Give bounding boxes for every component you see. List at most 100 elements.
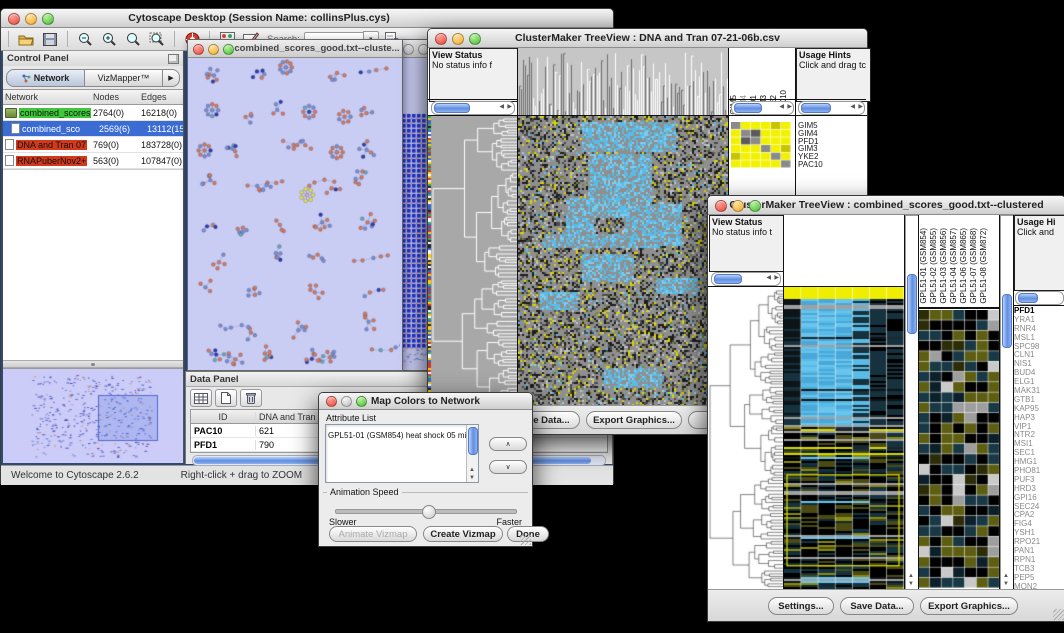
- move-down-button[interactable]: ∨: [489, 460, 527, 474]
- treeview2-titlebar[interactable]: ClusterMaker TreeView : combined_scores_…: [708, 196, 1064, 215]
- main-titlebar[interactable]: Cytoscape Desktop (Session Name: collins…: [1, 9, 613, 28]
- row-dendrogram-canvas[interactable]: [708, 287, 784, 590]
- network-window-1-titlebar[interactable]: combined_scores_good.txt--cluste...: [188, 40, 402, 58]
- view-status-panel: View Status No status info f: [429, 48, 521, 102]
- save-data-button[interactable]: Save Data...: [840, 597, 914, 615]
- delete-attribute-button[interactable]: [240, 389, 262, 407]
- zoom-heatmap-canvas[interactable]: [918, 310, 1000, 588]
- dendrogram-hscrollbar[interactable]: ◀ ▶: [711, 272, 781, 286]
- network-view-canvas[interactable]: [188, 58, 400, 369]
- row-dendrogram-canvas[interactable]: [428, 116, 518, 407]
- tab-vizmapper[interactable]: VizMapper™: [85, 69, 163, 87]
- close-button[interactable]: [403, 44, 414, 55]
- control-panel-title: Control Panel: [7, 53, 69, 64]
- close-button[interactable]: [8, 13, 20, 25]
- table-row[interactable]: RNAPuberNov2+ 563(0) 107847(0): [3, 153, 183, 169]
- resize-grip[interactable]: [1053, 609, 1064, 620]
- zoom-button[interactable]: [749, 200, 761, 212]
- zoom-selected-icon[interactable]: [123, 30, 143, 48]
- scrollbar-thumb[interactable]: [468, 427, 478, 455]
- minimize-button[interactable]: [452, 33, 464, 45]
- minimize-button[interactable]: [25, 13, 37, 25]
- column-dendrogram-canvas[interactable]: [518, 48, 728, 116]
- scroll-down-arrow[interactable]: ▼: [1003, 581, 1009, 587]
- zoom-fit-icon[interactable]: [147, 30, 167, 48]
- minimize-button[interactable]: [341, 396, 352, 407]
- global-heatmap-canvas[interactable]: [518, 116, 728, 407]
- settings-button[interactable]: Settings...: [768, 597, 834, 615]
- list-vscrollbar[interactable]: ▲ ▼: [466, 425, 478, 482]
- nodes-count: 2569(6): [97, 124, 145, 134]
- table-row-selected[interactable]: combined_sco 2569(6) 13112(15): [3, 121, 183, 137]
- scroll-right-arrow[interactable]: ▶: [507, 103, 512, 112]
- create-vizmap-button[interactable]: Create Vizmap: [423, 526, 503, 542]
- zoomview-hscrollbar[interactable]: ◀ ▶: [731, 101, 794, 115]
- scroll-up-arrow[interactable]: ▲: [469, 467, 475, 473]
- open-folder-button[interactable]: [16, 30, 36, 48]
- float-panel-icon[interactable]: [168, 54, 179, 64]
- zoom-heatmap-canvas[interactable]: [731, 122, 791, 168]
- scrollbar-thumb[interactable]: [801, 103, 831, 113]
- table-row[interactable]: combined_scores_ 2764(0) 16218(0): [3, 105, 183, 121]
- zoomview-vscrollbar[interactable]: ▲ ▼: [1000, 215, 1014, 590]
- animation-speed-slider[interactable]: [335, 509, 517, 514]
- genelist-hscrollbar[interactable]: [1015, 291, 1064, 305]
- scroll-left-arrow[interactable]: ◀: [766, 274, 771, 283]
- export-graphics-button[interactable]: Export Graphics...: [920, 597, 1018, 615]
- birdseye-view[interactable]: [3, 368, 183, 463]
- scroll-down-arrow[interactable]: ▼: [469, 475, 475, 481]
- move-up-button[interactable]: ∧: [489, 437, 527, 451]
- col-id[interactable]: ID: [191, 412, 256, 422]
- scroll-right-arrow[interactable]: ▶: [774, 274, 779, 283]
- scroll-down-arrow[interactable]: ▼: [908, 581, 914, 587]
- usage-hints-text: Click and: [1017, 227, 1054, 237]
- scroll-left-arrow[interactable]: ◀: [779, 103, 784, 112]
- col-edges[interactable]: Edges: [139, 92, 183, 102]
- genelist-hscrollbar[interactable]: ◀ ▶: [798, 101, 865, 115]
- scrollbar-thumb[interactable]: [907, 274, 917, 334]
- scroll-left-arrow[interactable]: ◀: [499, 103, 504, 112]
- table-row[interactable]: DNA and Tran 07 769(0) 183728(0): [3, 137, 183, 153]
- scroll-right-arrow[interactable]: ▶: [787, 103, 792, 112]
- close-button[interactable]: [193, 44, 204, 55]
- scrollbar-thumb[interactable]: [734, 103, 762, 113]
- treeview1-titlebar[interactable]: ClusterMaker TreeView : DNA and Tran 07-…: [428, 29, 867, 48]
- zoom-out-icon[interactable]: [75, 30, 95, 48]
- close-button[interactable]: [326, 396, 337, 407]
- minimize-button[interactable]: [208, 44, 219, 55]
- select-attributes-button[interactable]: [190, 389, 212, 407]
- dialog-titlebar[interactable]: Map Colors to Network: [319, 393, 532, 410]
- panel-splitter[interactable]: [3, 360, 183, 368]
- global-heatmap-canvas[interactable]: [784, 287, 904, 590]
- zoom-button[interactable]: [42, 13, 54, 25]
- scrollbar-thumb[interactable]: [1002, 294, 1012, 348]
- col-nodes[interactable]: Nodes: [91, 92, 139, 102]
- birdseye-canvas[interactable]: [3, 369, 181, 461]
- zoom-button[interactable]: [223, 44, 234, 55]
- close-button[interactable]: [435, 33, 447, 45]
- attribute-list-item[interactable]: GPL51-01 (GSM854) heat shock 05 min: [326, 431, 471, 440]
- export-graphics-button[interactable]: Export Graphics...: [586, 411, 682, 429]
- resize-grip[interactable]: [520, 534, 531, 545]
- minimize-button[interactable]: [732, 200, 744, 212]
- heatmap-vscrollbar[interactable]: ▲ ▼: [905, 215, 919, 590]
- zoom-button[interactable]: [356, 396, 367, 407]
- dendrogram-hscrollbar[interactable]: ◀ ▶: [431, 101, 515, 115]
- scroll-up-arrow[interactable]: ▲: [908, 573, 914, 579]
- zoom-button[interactable]: [469, 33, 481, 45]
- scrollbar-thumb[interactable]: [714, 274, 742, 284]
- new-attribute-button[interactable]: [215, 389, 237, 407]
- tab-overflow-button[interactable]: ▶: [163, 69, 180, 87]
- attribute-list: GPL51-01 (GSM854) heat shock 05 minGPL51…: [325, 424, 479, 483]
- scrollbar-thumb[interactable]: [434, 103, 470, 113]
- scroll-right-arrow[interactable]: ▶: [858, 103, 863, 112]
- scroll-up-arrow[interactable]: ▲: [1003, 573, 1009, 579]
- col-network[interactable]: Network: [3, 92, 91, 102]
- close-button[interactable]: [715, 200, 727, 212]
- zoom-in-icon[interactable]: [99, 30, 119, 48]
- slider-knob[interactable]: [422, 505, 436, 519]
- tab-network[interactable]: Network: [6, 69, 85, 87]
- save-button[interactable]: [40, 30, 60, 48]
- scrollbar-thumb[interactable]: [1018, 293, 1038, 303]
- scroll-left-arrow[interactable]: ◀: [850, 103, 855, 112]
